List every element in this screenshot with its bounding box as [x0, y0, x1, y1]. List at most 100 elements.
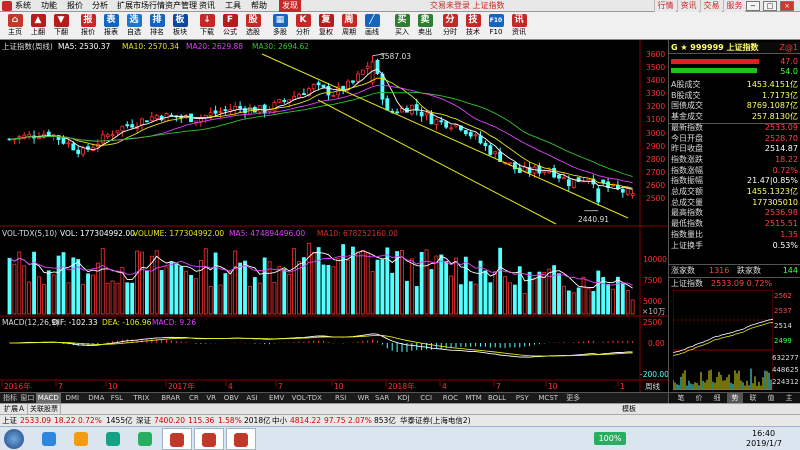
toolbar-button-technical[interactable]: 技技术 — [463, 13, 483, 39]
indicator-tab-9[interactable]: VR — [204, 393, 218, 403]
indicator-tab-20[interactable]: MTM — [463, 393, 483, 403]
toolbar-button-analysis[interactable]: K 分析 — [293, 13, 313, 39]
indicator-tab-2[interactable]: MACD — [35, 393, 61, 403]
start-button-icon[interactable] — [4, 429, 24, 449]
indicator-tab-6[interactable]: TRIX — [131, 393, 151, 403]
toolbar-button-draw-line[interactable]: ╱ 画线 — [362, 13, 382, 39]
toolbar-button-up-arrow[interactable]: ▲ 上翻 — [28, 13, 48, 39]
indicator-tab-1[interactable]: 窗口 — [18, 393, 36, 403]
right-tab-6[interactable]: 主 — [781, 393, 797, 403]
taskbar-app-1[interactable] — [66, 428, 96, 450]
candle — [120, 125, 125, 132]
menu-item-4[interactable]: 扩展市场行情 — [117, 0, 165, 12]
right-tab-3[interactable]: 势 — [727, 393, 743, 403]
indicator-tab-21[interactable]: BOLL — [486, 393, 508, 403]
toolbar-button-stock-pick[interactable]: 股选股 — [243, 13, 263, 39]
menu-item-found[interactable]: 发现 — [279, 0, 301, 12]
battery-indicator[interactable]: 100% — [594, 432, 626, 445]
right-tab-4[interactable]: 联 — [745, 393, 761, 403]
menu-item-8[interactable]: 帮助 — [251, 0, 267, 12]
toolbar-button-period[interactable]: 周周期 — [339, 13, 359, 39]
volume-bar — [306, 242, 311, 315]
indicator-tab-12[interactable]: EMV — [267, 393, 286, 403]
indicator-tab-7[interactable]: BRAR — [159, 393, 182, 403]
kline-chart-svg[interactable] — [0, 40, 668, 392]
template-button[interactable]: 模板 — [622, 404, 636, 414]
right-tab-5[interactable]: 值 — [763, 393, 779, 403]
quote-row-value: 2536.98 — [764, 208, 798, 218]
menu-item-0[interactable]: 系统 — [15, 0, 31, 12]
taskbar-app-5[interactable] — [194, 428, 224, 450]
indicator-tab-16[interactable]: SAR — [373, 393, 391, 403]
sub-tab-1[interactable]: 关联股票 — [28, 404, 61, 414]
toolbar-button-watchlist[interactable]: 选自选 — [124, 13, 144, 39]
clock-date[interactable]: 2019/1/7 — [746, 439, 782, 448]
indicator-tab-24[interactable]: 更多 — [564, 393, 582, 403]
menu-tag-3[interactable]: 服务 — [723, 0, 745, 12]
indicator-tab-3[interactable]: DMI — [64, 393, 82, 403]
menu-tag-1[interactable]: 资讯 — [677, 0, 699, 12]
minimize-icon[interactable]: − — [746, 1, 760, 11]
indicator-tab-19[interactable]: ROC — [441, 393, 460, 403]
menu-item-6[interactable]: 资讯 — [199, 0, 215, 12]
chart-area[interactable]: 上证指数(周线) MA5: 2530.37 MA10: 2570.34 MA20: 2… — [0, 40, 669, 392]
menu-tag-0[interactable]: 行情 — [654, 0, 676, 12]
right-tab-1[interactable]: 价 — [691, 393, 707, 403]
indicator-tab-15[interactable]: WR — [356, 393, 372, 403]
toolbar-button-buy[interactable]: 买买入 — [392, 13, 412, 39]
multi-stock-icon: ▦ — [272, 14, 288, 27]
menu-item-1[interactable]: 功能 — [41, 0, 57, 12]
menu-item-2[interactable]: 报价 — [67, 0, 83, 12]
volume-axis-label: 10000 — [643, 255, 667, 264]
indicator-tab-17[interactable]: KDJ — [396, 393, 412, 403]
indicator-tab-8[interactable]: CR — [187, 393, 201, 403]
toolbar-button-sector[interactable]: 板板块 — [170, 13, 190, 39]
clock-time[interactable]: 16:40 — [752, 429, 775, 438]
toolbar-button-ranking[interactable]: 排排名 — [147, 13, 167, 39]
toolbar-button-news[interactable]: 讯资讯 — [509, 13, 529, 39]
indicator-tab-23[interactable]: MCST — [536, 393, 560, 403]
toolbar-button-multi-stock[interactable]: ▦ 多股 — [270, 13, 290, 39]
indicator-tab-0[interactable]: 指标 — [1, 393, 19, 403]
taskbar-app-6[interactable] — [226, 428, 256, 450]
toolbar-button-home[interactable]: ⌂ 主页 — [5, 13, 25, 39]
toolbar-button-f10[interactable]: F10 F10 — [486, 13, 506, 39]
indicator-tab-11[interactable]: ASI — [244, 393, 259, 403]
menu-item-7[interactable]: 工具 — [225, 0, 241, 12]
sub-tab-0[interactable]: 扩展Ａ — [2, 404, 28, 414]
taskbar-app-3[interactable] — [130, 428, 160, 450]
menu-item-3[interactable]: 分析 — [92, 0, 108, 12]
right-tab-2[interactable]: 细 — [709, 393, 725, 403]
toolbar-button-formula[interactable]: F 公式 — [220, 13, 240, 39]
toolbar-button-adjust[interactable]: 复复权 — [316, 13, 336, 39]
indicator-tab-10[interactable]: OBV — [222, 393, 241, 403]
toolbar-button-download[interactable]: ↓ 下载 — [197, 13, 217, 39]
indicator-tab-18[interactable]: CCI — [418, 393, 434, 403]
indicator-tab-5[interactable]: FSL — [109, 393, 125, 403]
volume-label-2: MA5: 474894496.00 — [229, 229, 306, 238]
right-tab-0[interactable]: 笔 — [673, 393, 689, 403]
indicator-tab-4[interactable]: DMA — [86, 393, 106, 403]
volume-bar — [483, 270, 488, 315]
price-axis-label: 3400 — [646, 76, 666, 86]
taskbar-app-2[interactable] — [98, 428, 128, 450]
indicator-tab-22[interactable]: PSY — [514, 393, 531, 403]
indicator-tab-14[interactable]: RSI — [333, 393, 348, 403]
toolbar-button-quote[interactable]: 报报价 — [78, 13, 98, 39]
toolbar-button-report[interactable]: 表报表 — [101, 13, 121, 39]
menu-item-5[interactable]: 资产管理 — [165, 0, 197, 12]
quote-row-label: 国债成交 — [671, 101, 703, 111]
maximize-icon[interactable]: □ — [763, 1, 777, 11]
ma-label-2: MA20: 2629.88 — [186, 42, 244, 51]
toolbar-button-intraday[interactable]: 分分时 — [440, 13, 460, 39]
toolbar-button-down-arrow[interactable]: ▼ 下翻 — [51, 13, 71, 39]
taskbar-app-4[interactable] — [162, 428, 192, 450]
toolbar-button-sell[interactable]: 卖卖出 — [415, 13, 435, 39]
mini-intraday-chart[interactable]: 2562 2537 2514 2499 632277 448625 224312 — [669, 290, 800, 390]
mini-chart-svg — [673, 290, 773, 390]
indicator-tab-13[interactable]: VOL-TDX — [290, 393, 324, 403]
taskbar-app-0[interactable] — [34, 428, 64, 450]
menu-tag-2[interactable]: 交易 — [700, 0, 722, 12]
close-icon[interactable]: × — [780, 1, 794, 11]
period-icon: 周 — [341, 14, 357, 27]
